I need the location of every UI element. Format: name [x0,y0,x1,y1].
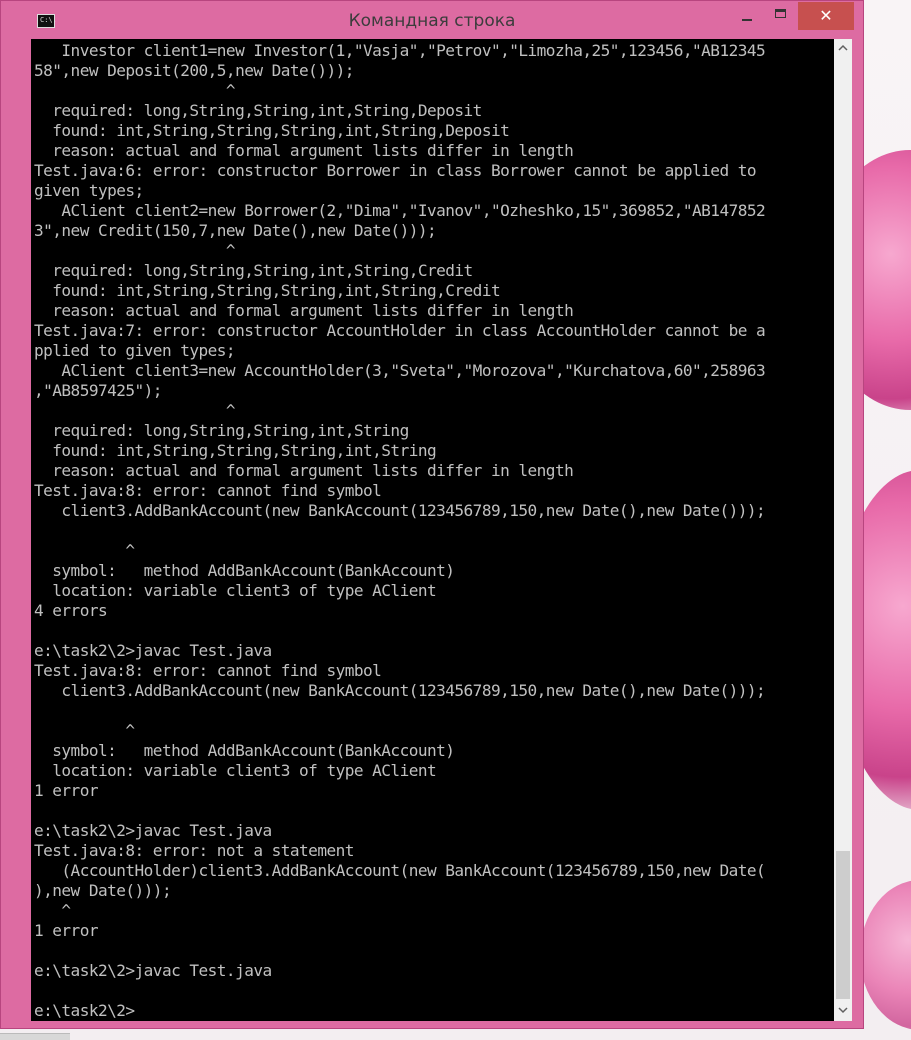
close-button[interactable]: ✕ [798,2,854,30]
command-prompt-window[interactable]: C:\. Командная строка ✕ Investor client1… [0,0,864,1029]
console-line: ^ [34,241,236,260]
console-line: AClient client2=new Borrower(2,"Dima","I… [34,201,766,220]
console-line: 4 errors [34,601,108,620]
chevron-down-icon [838,1007,848,1014]
console-line: found: int,String,String,String,int,Stri… [34,281,501,300]
chevron-up-icon [838,44,848,51]
close-icon: ✕ [819,6,833,25]
console-line: e:\task2\2>javac Test.java [34,641,272,660]
maximize-icon [775,9,786,18]
console-line: ^ [34,541,135,560]
minimize-icon [742,19,752,21]
maximize-button[interactable] [767,2,795,30]
console-line: required: long,String,String,int,String,… [34,261,473,280]
console-output-text[interactable]: Investor client1=new Investor(1,"Vasja",… [31,39,834,1021]
console-line: ),new Date())); [34,881,172,900]
console-line: Test.java:8: error: not a statement [34,841,354,860]
console-line: Test.java:7: error: constructor AccountH… [34,321,766,340]
console-line: Investor client1=new Investor(1,"Vasja",… [34,41,766,60]
console-line: (AccountHolder)client3.AddBankAccount(ne… [34,861,766,880]
console-line: found: int,String,String,String,int,Stri… [34,441,437,460]
vertical-scrollbar[interactable] [834,39,852,1021]
console-line: client3.AddBankAccount(new BankAccount(1… [34,681,766,700]
console-line: client3.AddBankAccount(new BankAccount(1… [34,501,766,520]
console-line: Test.java:8: error: cannot find symbol [34,481,382,500]
console-line: reason: actual and formal argument lists… [34,461,574,480]
console-line: 1 error [34,921,99,940]
console-line: AClient client3=new AccountHolder(3,"Sve… [34,361,766,380]
scroll-up-button[interactable] [834,39,852,59]
minimize-button[interactable] [733,2,761,30]
console-line: e:\task2\2>javac Test.java [34,961,272,980]
console-line: ^ [34,81,236,100]
console-line: ,"AB8597425"); [34,381,163,400]
console-line: e:\task2\2>javac Test.java [34,821,272,840]
scroll-down-button[interactable] [834,1001,852,1021]
console-line: symbol: method AddBankAccount(BankAccoun… [34,741,455,760]
console-line: 3",new Credit(150,7,new Date(),new Date(… [34,221,437,240]
console-line: location: variable client3 of type AClie… [34,761,437,780]
console-line: symbol: method AddBankAccount(BankAccoun… [34,561,455,580]
console-line: location: variable client3 of type AClie… [34,581,437,600]
console-line: Test.java:8: error: cannot find symbol [34,661,382,680]
console-line: required: long,String,String,int,String,… [34,101,482,120]
console-line: e:\task2\2> [34,1001,135,1020]
console-line: 1 error [34,781,99,800]
console-line: given types; [34,181,144,200]
title-bar[interactable]: C:\. Командная строка ✕ [1,1,863,39]
orchid-flower-image [860,880,911,1030]
console-line: reason: actual and formal argument lists… [34,141,574,160]
desktop-background: C:\. Командная строка ✕ Investor client1… [0,0,911,1040]
console-line: Test.java:6: error: constructor Borrower… [34,161,757,180]
taskbar-edge [0,1033,70,1040]
console-line: reason: actual and formal argument lists… [34,301,574,320]
console-line: ^ [34,401,236,420]
console-line: pplied to given types; [34,341,236,360]
console-line: required: long,String,String,int,String [34,421,409,440]
console-line: ^ [34,901,71,920]
console-line: found: int,String,String,String,int,Stri… [34,121,510,140]
console-output-area[interactable]: Investor client1=new Investor(1,"Vasja",… [31,39,834,1021]
console-line: 58",new Deposit(200,5,new Date())); [34,61,354,80]
console-line: ^ [34,721,135,740]
scroll-thumb[interactable] [836,851,850,999]
